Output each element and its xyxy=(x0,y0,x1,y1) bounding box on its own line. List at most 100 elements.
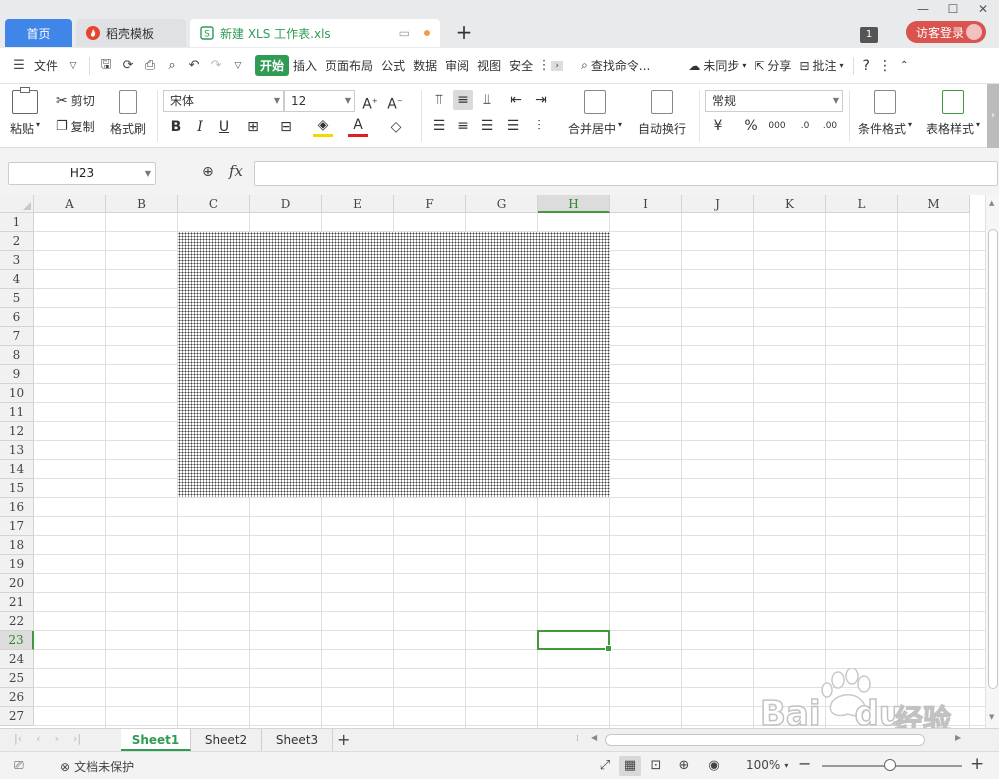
underline-icon[interactable]: U xyxy=(214,117,234,137)
row-header-2[interactable]: 2 xyxy=(0,232,34,251)
cut-button[interactable]: ✂ 剪切 xyxy=(56,92,95,109)
table-style-button[interactable]: 表格样式 ▾ xyxy=(926,90,980,137)
font-name-select[interactable]: 宋体 ▼ xyxy=(163,90,284,112)
align-top-icon[interactable]: ⫪ xyxy=(429,90,449,110)
row-header-9[interactable]: 9 xyxy=(0,365,34,384)
collapse-ribbon-icon[interactable]: ⌃ xyxy=(896,60,912,71)
copy-button[interactable]: ❐ 复制 xyxy=(56,118,95,135)
justify-icon[interactable]: ☰ xyxy=(503,116,523,136)
italic-icon[interactable]: I xyxy=(190,117,210,137)
merge-center-button[interactable]: 合并居中 ▾ xyxy=(568,90,622,137)
dotted-fill-range[interactable] xyxy=(178,232,610,497)
menu-data[interactable]: 数据 xyxy=(409,57,441,74)
print-icon[interactable]: ⎙ xyxy=(139,58,161,73)
formula-input[interactable] xyxy=(254,161,998,186)
number-format-select[interactable]: 常规 ▼ xyxy=(705,90,843,112)
zoom-slider-knob[interactable] xyxy=(884,759,896,771)
align-bottom-icon[interactable]: ⫫ xyxy=(477,90,497,110)
wrap-text-button[interactable]: 自动换行 xyxy=(638,90,686,137)
active-cell-selection[interactable] xyxy=(537,630,612,652)
hamburger-icon[interactable]: ☰ xyxy=(8,58,30,73)
sheet-tab-sheet3[interactable]: Sheet3 xyxy=(262,729,333,751)
align-center-icon[interactable]: ≡ xyxy=(453,116,473,136)
increase-indent-icon[interactable]: ⇥ xyxy=(531,90,551,110)
menu-home[interactable]: 开始 xyxy=(255,55,290,76)
eye-protection-icon[interactable]: ◉ xyxy=(703,756,725,776)
column-header-b[interactable]: B xyxy=(106,195,178,213)
align-left-icon[interactable]: ☰ xyxy=(429,116,449,136)
vertical-scrollbar[interactable]: ▲ ▼ xyxy=(985,195,999,728)
row-header-22[interactable]: 22 xyxy=(0,612,34,631)
row-header-5[interactable]: 5 xyxy=(0,289,34,308)
column-header-k[interactable]: K xyxy=(754,195,826,213)
border-icon[interactable]: ⊞ xyxy=(243,117,263,137)
conditional-format-button[interactable]: 条件格式 ▾ xyxy=(858,90,912,137)
sheet-tab-sheet2[interactable]: Sheet2 xyxy=(191,729,262,751)
format-painter-button[interactable]: 格式刷 xyxy=(110,90,146,137)
currency-icon[interactable]: ¥ xyxy=(708,116,728,136)
row-header-21[interactable]: 21 xyxy=(0,593,34,612)
row-header-26[interactable]: 26 xyxy=(0,688,34,707)
account-count-badge[interactable]: 1 xyxy=(860,27,878,43)
reading-layout-icon[interactable]: ⊕ xyxy=(673,756,695,776)
decrease-decimal-icon[interactable]: .00 xyxy=(820,116,840,136)
row-header-15[interactable]: 15 xyxy=(0,479,34,498)
share-button[interactable]: ⇱ 分享 xyxy=(750,57,795,74)
prev-sheet-icon[interactable]: ‹ xyxy=(36,732,40,745)
decrease-font-icon[interactable]: A− xyxy=(385,91,405,113)
row-header-25[interactable]: 25 xyxy=(0,669,34,688)
scroll-up-icon[interactable]: ▲ xyxy=(989,199,994,207)
row-header-4[interactable]: 4 xyxy=(0,270,34,289)
scroll-right-icon[interactable]: ▶ xyxy=(955,733,961,742)
column-header-g[interactable]: G xyxy=(466,195,538,213)
decrease-indent-icon[interactable]: ⇤ xyxy=(506,90,526,110)
customize-toolbar-icon[interactable]: ▽ xyxy=(227,61,249,71)
tab-document[interactable]: S 新建 XLS 工作表.xls ▭ xyxy=(190,19,440,47)
cloud-save-icon[interactable]: ⟳ xyxy=(117,58,139,73)
page-break-view-icon[interactable]: ⊡ xyxy=(645,756,667,776)
minimize-icon[interactable]: — xyxy=(908,0,938,18)
insert-function-button[interactable]: fx xyxy=(229,162,243,180)
column-header-c[interactable]: C xyxy=(178,195,250,213)
row-header-14[interactable]: 14 xyxy=(0,460,34,479)
clear-format-icon[interactable]: ◇ xyxy=(386,117,406,137)
login-button[interactable]: 访客登录 xyxy=(906,21,986,43)
menu-insert[interactable]: 插入 xyxy=(289,57,321,74)
column-header-f[interactable]: F xyxy=(394,195,466,213)
next-sheet-icon[interactable]: › xyxy=(55,732,59,745)
add-sheet-button[interactable]: + xyxy=(337,729,353,751)
row-header-7[interactable]: 7 xyxy=(0,327,34,346)
column-header-i[interactable]: I xyxy=(610,195,682,213)
fullscreen-icon[interactable]: ⤢ xyxy=(594,756,616,776)
zoom-formula-icon[interactable]: ⊕ xyxy=(202,164,214,180)
select-all-corner[interactable] xyxy=(0,195,34,213)
column-header-e[interactable]: E xyxy=(322,195,394,213)
first-sheet-icon[interactable]: |‹ xyxy=(14,732,22,745)
last-sheet-icon[interactable]: ›| xyxy=(73,732,81,745)
menu-view[interactable]: 视图 xyxy=(473,57,505,74)
row-header-17[interactable]: 17 xyxy=(0,517,34,536)
column-header-j[interactable]: J xyxy=(682,195,754,213)
row-header-12[interactable]: 12 xyxy=(0,422,34,441)
menu-file[interactable]: 文件 xyxy=(30,57,62,74)
column-header-l[interactable]: L xyxy=(826,195,898,213)
row-header-18[interactable]: 18 xyxy=(0,536,34,555)
maximize-icon[interactable]: ☐ xyxy=(938,0,968,18)
print-preview-icon[interactable]: ⌕ xyxy=(161,58,183,73)
vertical-scroll-thumb[interactable] xyxy=(988,229,998,689)
column-header-m[interactable]: M xyxy=(898,195,970,213)
fill-color-icon[interactable]: ◈ xyxy=(313,117,333,137)
sync-button[interactable]: ☁ 未同步 ▾ xyxy=(684,57,750,74)
row-header-6[interactable]: 6 xyxy=(0,308,34,327)
redo-icon[interactable]: ↷ xyxy=(205,58,227,73)
zoom-out-button[interactable]: − xyxy=(798,754,811,773)
document-protection[interactable]: ⊗ 文档未保护 xyxy=(60,758,134,775)
zoom-in-button[interactable]: + xyxy=(970,754,984,774)
undo-icon[interactable]: ↶ xyxy=(183,58,205,73)
scroll-left-icon[interactable]: ◀ xyxy=(591,733,597,742)
menu-page-layout[interactable]: 页面布局 xyxy=(321,57,377,74)
row-header-10[interactable]: 10 xyxy=(0,384,34,403)
scroll-right-icon[interactable]: › xyxy=(551,60,564,71)
distributed-align-icon[interactable]: ⫶ xyxy=(529,116,549,136)
bold-icon[interactable]: B xyxy=(166,117,186,137)
